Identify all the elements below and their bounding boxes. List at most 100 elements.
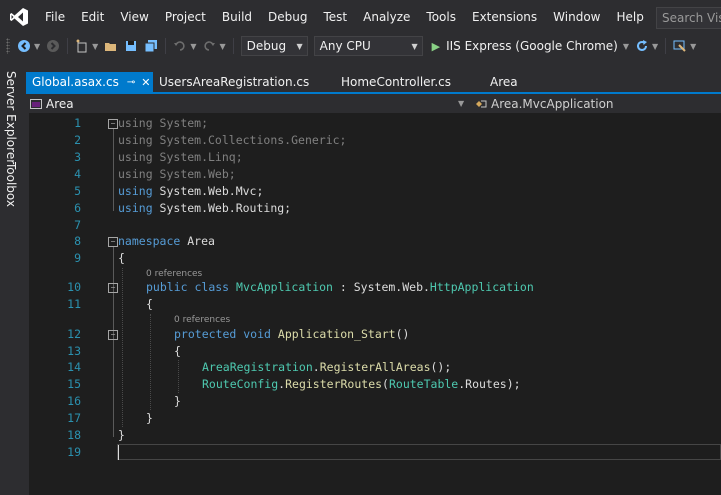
- code-text: {: [174, 344, 181, 358]
- type-name: HttpApplication: [429, 280, 534, 294]
- menu-debug[interactable]: Debug: [260, 0, 315, 34]
- new-project-icon[interactable]: [73, 37, 91, 55]
- line-number: 5: [74, 184, 81, 198]
- codelens-references[interactable]: 0 references: [174, 314, 230, 326]
- line-number: 7: [74, 218, 81, 232]
- keyword: class: [194, 280, 230, 294]
- code-line-16: }: [174, 393, 181, 410]
- solution-configuration-select[interactable]: Debug ▼: [240, 36, 308, 56]
- code-text: ();: [430, 360, 452, 374]
- keyword: public: [146, 280, 188, 294]
- menu-edit[interactable]: Edit: [73, 0, 112, 34]
- code-text: .: [312, 360, 320, 374]
- keyword: using: [118, 116, 153, 130]
- browser-link-dropdown-icon[interactable]: ▼: [690, 42, 696, 51]
- indent-guide: [150, 314, 151, 410]
- server-explorer-tab[interactable]: Server Explorer: [4, 71, 18, 164]
- line-number: 12: [67, 327, 81, 341]
- code-line-8: namespace Area: [118, 233, 215, 250]
- code-text: System.Web;: [152, 167, 236, 181]
- line-number: 17: [67, 411, 81, 425]
- tab-users-area-registration-cs[interactable]: UsersAreaRegistration.cs: [153, 72, 335, 92]
- code-line-6: using System.Web.Routing;: [118, 200, 291, 217]
- save-all-icon[interactable]: [142, 37, 160, 55]
- keyword: using: [118, 184, 153, 198]
- solution-configuration-value: Debug: [246, 39, 287, 53]
- refresh-dropdown-icon[interactable]: ▼: [652, 42, 658, 51]
- search-input[interactable]: Search Visu: [656, 7, 721, 29]
- code-editor[interactable]: 1 2 3 4 5 6 7 8 9 10 11 12 13 14 15 16 1…: [29, 113, 721, 495]
- open-folder-icon[interactable]: [102, 37, 120, 55]
- line-number: 10: [67, 280, 81, 294]
- code-text: (): [395, 327, 410, 341]
- menu-bar: File Edit View Project Build Debug Test …: [0, 0, 721, 34]
- chevron-down-icon: ▼: [296, 41, 303, 51]
- tab-area[interactable]: Area: [484, 72, 556, 92]
- outline-bracket-line: [113, 129, 114, 211]
- indent-guide: [178, 360, 179, 393]
- collapse-method-icon[interactable]: −: [108, 330, 118, 340]
- type-member-dropdown[interactable]: Area.MvcApplication: [475, 94, 715, 113]
- keyword: using: [118, 201, 153, 215]
- navigate-back-icon[interactable]: [15, 37, 33, 55]
- toolbar-grip-handle[interactable]: [6, 38, 10, 54]
- project-dropdown[interactable]: Area ▼: [30, 94, 470, 113]
- line-number: 8: [74, 234, 81, 248]
- code-line-10: public class MvcApplication : System.Web…: [146, 279, 534, 296]
- collapse-namespace-icon[interactable]: −: [108, 237, 118, 247]
- save-icon[interactable]: [122, 37, 140, 55]
- current-line-highlight: [117, 444, 721, 460]
- start-debugging-button[interactable]: ▶ IIS Express (Google Chrome): [432, 39, 618, 53]
- menu-test[interactable]: Test: [315, 0, 355, 34]
- line-number: 16: [67, 394, 81, 408]
- menu-window[interactable]: Window: [545, 0, 608, 34]
- toolbox-tab[interactable]: Toolbox: [4, 162, 18, 207]
- refresh-icon[interactable]: [633, 37, 651, 55]
- line-number: 6: [74, 201, 81, 215]
- menu-build[interactable]: Build: [214, 0, 260, 34]
- solution-platform-select[interactable]: Any CPU ▼: [313, 36, 423, 56]
- code-text: System.Collections.Generic;: [152, 133, 347, 147]
- undo-dropdown-icon: ▼: [190, 41, 197, 51]
- keyword: using: [118, 150, 153, 164]
- close-icon[interactable]: ✕: [141, 76, 150, 89]
- redo-dropdown-icon: ▼: [219, 41, 226, 51]
- method-name: Application_Start: [277, 327, 396, 341]
- collapse-usings-icon[interactable]: −: [108, 119, 118, 129]
- code-line-14: AreaRegistration.RegisterAllAreas();: [202, 359, 451, 376]
- menu-view[interactable]: View: [112, 0, 156, 34]
- code-line-4: using System.Web;: [118, 166, 236, 183]
- menu-extensions[interactable]: Extensions: [464, 0, 545, 34]
- code-line-15: RouteConfig.RegisterRoutes(RouteTable.Ro…: [202, 376, 521, 393]
- code-line-13: {: [174, 343, 181, 360]
- keyword: using: [118, 167, 153, 181]
- browser-link-icon[interactable]: [671, 37, 689, 55]
- code-text: }: [174, 394, 181, 408]
- run-target-dropdown-icon[interactable]: ▼: [623, 42, 629, 51]
- tab-global-asax-cs[interactable]: Global.asax.cs ⊸ ✕: [26, 72, 153, 92]
- pin-icon[interactable]: ⊸: [127, 77, 135, 88]
- menu-tools[interactable]: Tools: [418, 0, 464, 34]
- tab-home-controller-cs[interactable]: HomeController.cs: [335, 72, 484, 92]
- code-line-12: protected void Application_Start(): [174, 326, 409, 343]
- visual-studio-logo-icon[interactable]: [3, 0, 35, 34]
- code-line-11: {: [146, 296, 153, 313]
- csharp-project-icon: [30, 98, 42, 109]
- play-icon: ▶: [431, 39, 441, 53]
- code-line-18: }: [118, 427, 125, 444]
- back-dropdown-icon[interactable]: ▼: [34, 42, 40, 51]
- menu-analyze[interactable]: Analyze: [355, 0, 418, 34]
- method-name: RegisterAllAreas: [319, 360, 431, 374]
- line-number: 9: [74, 251, 81, 265]
- collapse-class-icon[interactable]: −: [108, 283, 118, 293]
- new-dropdown-icon[interactable]: ▼: [92, 42, 98, 51]
- standard-toolbar: ▼ ▼ ▼ ▼ Debug ▼ Any CPU ▼ ▶ IIS Express …: [0, 34, 721, 58]
- keyword: void: [243, 327, 271, 341]
- keyword: namespace: [118, 234, 181, 248]
- undo-icon: [171, 37, 189, 55]
- menu-help[interactable]: Help: [608, 0, 651, 34]
- menu-project[interactable]: Project: [157, 0, 214, 34]
- menu-file[interactable]: File: [37, 0, 73, 34]
- indent-guide: [122, 268, 123, 427]
- tab-label: HomeController.cs: [341, 75, 452, 89]
